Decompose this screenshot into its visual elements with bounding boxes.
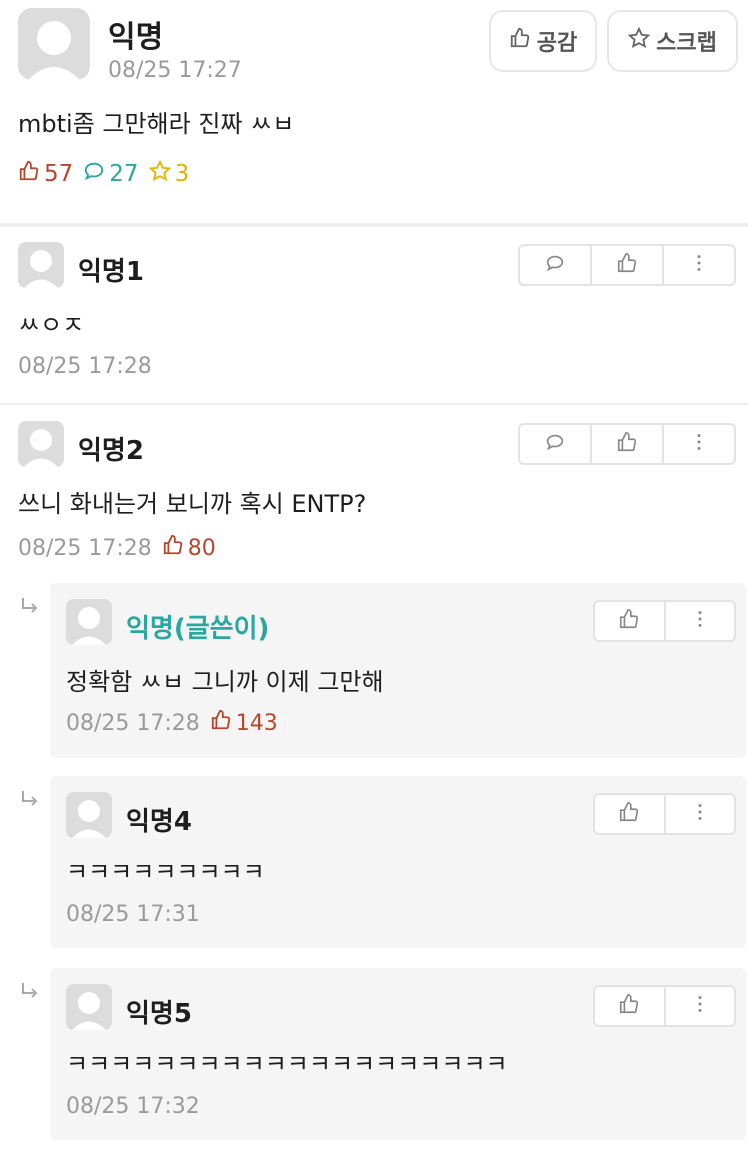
- post-author-name: 익명: [108, 20, 164, 55]
- comment-author: 익명2: [78, 436, 144, 466]
- avatar: [66, 984, 112, 1030]
- scrap-count: 3: [148, 159, 189, 188]
- reply-author: 익명(글쓴이): [126, 614, 270, 644]
- comment-divider: [0, 403, 748, 405]
- reply-body: ㅋㅋㅋㅋㅋㅋㅋㅋㅋㅋㅋㅋㅋㅋㅋㅋㅋㅋㅋㅋ: [66, 1050, 508, 1078]
- post-stats: 57 27 3: [18, 159, 189, 188]
- comment-meta: 08/25 17:28 80: [18, 534, 216, 562]
- reply-timestamp: 08/25 17:32: [66, 1094, 200, 1119]
- reply-like-count: 143: [210, 709, 278, 737]
- more-vertical-icon: [689, 801, 711, 827]
- reply-timestamp: 08/25 17:31: [66, 902, 200, 927]
- thumbs-up-icon: [210, 709, 232, 737]
- speech-bubble-icon: [544, 252, 566, 278]
- speech-bubble-icon: [544, 431, 566, 457]
- comment-meta: 08/25 17:28: [18, 354, 152, 379]
- thumbs-up-icon: [162, 534, 184, 562]
- reply-arrow-icon: [18, 595, 42, 625]
- like-button-label: 공감: [536, 31, 578, 56]
- thumbs-up-icon: [616, 431, 638, 457]
- reply-author: 익명5: [126, 999, 192, 1029]
- reply-meta: 08/25 17:31: [66, 902, 200, 927]
- post-divider: [0, 223, 748, 227]
- comment-count: 27: [83, 160, 139, 188]
- post-body: mbti좀 그만해라 진짜 ㅆㅂ: [18, 110, 295, 138]
- comment-timestamp: 08/25 17:28: [18, 354, 152, 379]
- star-icon: [627, 26, 651, 55]
- comment-timestamp: 08/25 17:28: [18, 535, 152, 561]
- like-button[interactable]: [590, 425, 662, 463]
- more-vertical-icon: [689, 608, 711, 634]
- more-button[interactable]: [663, 602, 735, 640]
- reply-arrow-icon: [18, 980, 42, 1010]
- thumbs-up-icon: [18, 160, 40, 188]
- speech-bubble-icon: [83, 160, 105, 188]
- reply-body: ㅋㅋㅋㅋㅋㅋㅋㅋㅋ: [66, 858, 265, 886]
- like-button[interactable]: [595, 987, 664, 1025]
- like-button[interactable]: 공감: [489, 10, 597, 72]
- post-timestamp: 08/25 17:27: [108, 58, 242, 83]
- comment-body: 쓰니 화내는거 보니까 혹시 ENTP?: [18, 490, 367, 518]
- more-vertical-icon: [689, 993, 711, 1019]
- scrap-button-label: 스크랩: [656, 31, 717, 56]
- avatar: [66, 599, 112, 645]
- reply-actions: [593, 793, 736, 835]
- thumbs-up-icon: [618, 608, 640, 634]
- thumbs-up-icon: [618, 993, 640, 1019]
- thumbs-up-icon: [618, 801, 640, 827]
- like-button[interactable]: [595, 795, 664, 833]
- avatar: [18, 242, 64, 288]
- comment-body: ㅆㅇㅈ: [18, 311, 85, 339]
- reply-actions: [593, 600, 736, 642]
- comment-author: 익명1: [78, 257, 144, 287]
- like-button[interactable]: [595, 602, 664, 640]
- reply-author: 익명4: [126, 807, 192, 837]
- more-button[interactable]: [663, 987, 735, 1025]
- reply-timestamp: 08/25 17:28: [66, 710, 200, 736]
- like-button[interactable]: [590, 246, 662, 284]
- reply-actions: [593, 985, 736, 1027]
- avatar: [18, 421, 64, 467]
- reply-meta: 08/25 17:32: [66, 1094, 200, 1119]
- scrap-button[interactable]: 스크랩: [607, 10, 738, 72]
- reply-button[interactable]: [520, 246, 590, 284]
- star-icon: [148, 159, 171, 188]
- more-button[interactable]: [662, 425, 734, 463]
- post-author-avatar: [18, 8, 90, 80]
- more-button[interactable]: [663, 795, 735, 833]
- reply-meta: 08/25 17:28 143: [66, 709, 278, 737]
- more-button[interactable]: [662, 246, 734, 284]
- comment-like-count: 80: [162, 534, 216, 562]
- avatar: [66, 792, 112, 838]
- like-count: 57: [18, 160, 73, 188]
- more-vertical-icon: [688, 252, 710, 278]
- reply-body: 정확함 ㅆㅂ 그니까 이제 그만해: [66, 668, 384, 696]
- more-vertical-icon: [688, 431, 710, 457]
- thumbs-up-icon: [509, 27, 531, 55]
- reply-arrow-icon: [18, 788, 42, 818]
- thumbs-up-icon: [616, 252, 638, 278]
- comment-actions: [518, 244, 736, 286]
- reply-button[interactable]: [520, 425, 590, 463]
- comment-actions: [518, 423, 736, 465]
